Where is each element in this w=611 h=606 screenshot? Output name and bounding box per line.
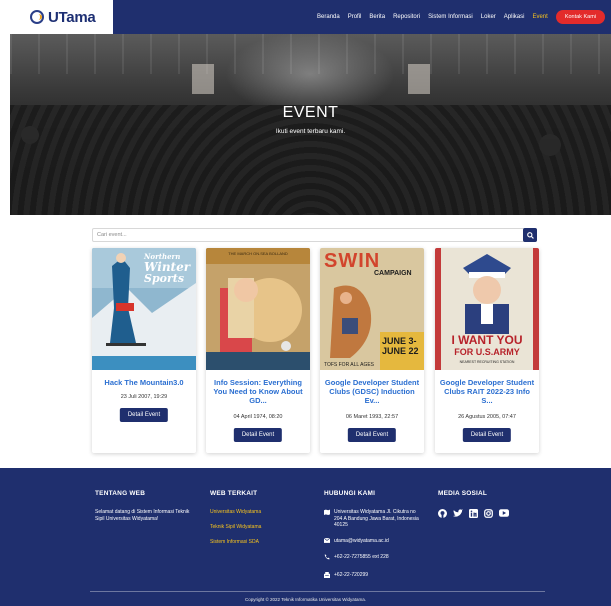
copyright: Copyright © 2022 Teknik Informatika Univ… — [244, 597, 367, 602]
event-poster-image: SWIN CAMPAIGN JUNE 3- JUNE 22 TOFS FOR A… — [320, 248, 424, 370]
footer-heading: TENTANG WEB — [95, 490, 146, 497]
social-icons — [438, 509, 538, 518]
logo-icon — [30, 10, 44, 24]
event-title[interactable]: Google Developer Student Clubs (GDSC) In… — [324, 378, 420, 405]
poster-text: JUNE 22 — [382, 346, 419, 356]
event-date: 06 Maret 1993, 22:57 — [345, 414, 399, 420]
contact-email: utama@widyatama.ac.id — [323, 537, 424, 546]
footer-link[interactable]: Universitas Widyatama — [210, 509, 310, 515]
event-card: THE MARCH ON.SEA BOLLAND Info Session: E… — [206, 248, 310, 453]
footer-heading: MEDIA SOSIAL — [438, 490, 488, 497]
search-button[interactable] — [523, 228, 537, 242]
event-date: 23 Juli 2007, 19:29 — [120, 394, 168, 400]
poster-text: SWIN — [324, 250, 381, 272]
nav-item-loker[interactable]: Loker — [481, 14, 496, 20]
event-title[interactable]: Info Session: Everything You Need to Kno… — [210, 378, 306, 405]
poster-text: CAMPAIGN — [374, 270, 412, 277]
poster-text: THE MARCH ON.SEA BOLLAND — [228, 251, 288, 256]
poster-text: FOR U.S.ARMY — [454, 347, 520, 357]
event-search — [92, 228, 537, 242]
logo-text: UTama — [48, 8, 96, 26]
footer-heading: WEB TERKAIT — [210, 490, 258, 497]
contact-fax: +62-22-720299 — [324, 571, 424, 581]
page-title: EVENT — [282, 104, 339, 121]
search-icon — [526, 226, 534, 244]
event-card: Northern Winter Sports Hack The Mountain… — [92, 248, 196, 453]
hero-banner: EVENT Ikuti event terbaru kami. — [10, 34, 611, 215]
footer-about-text: Selamat datang di Sistem Informasi Tekni… — [95, 509, 190, 522]
map-icon — [324, 509, 331, 518]
nav-item-aplikasi[interactable]: Aplikasi — [504, 14, 525, 20]
event-title[interactable]: Google Developer Student Clubs RAIT 2022… — [439, 378, 535, 405]
nav-menu: Beranda Profil Berita Repositori Sistem … — [113, 0, 611, 34]
phone-icon — [324, 554, 331, 563]
event-poster-image: I WANT YOU FOR U.S.ARMY NEAREST RECRUITI… — [435, 248, 539, 370]
poster-text: JUNE 3- — [382, 336, 417, 346]
hero-hanging-banner — [192, 64, 214, 94]
poster-text: I WANT YOU — [451, 333, 523, 347]
hero-hanging-banner — [408, 64, 430, 94]
nav-item-sistem-informasi[interactable]: Sistem Informasi — [428, 14, 473, 20]
email-icon — [323, 537, 331, 546]
event-date: 26 Agustus 2005, 07:47 — [458, 414, 516, 420]
footer-link[interactable]: Sistem Informasi SDA — [210, 539, 310, 545]
logo[interactable]: UTama — [0, 0, 113, 34]
navbar: UTama Beranda Profil Berita Repositori S… — [0, 0, 611, 34]
detail-event-button[interactable]: Detail Event — [233, 428, 283, 442]
nav-item-repositori[interactable]: Repositori — [393, 14, 420, 20]
phone-text: +62-22-7275855 ext 228 — [334, 554, 389, 560]
detail-event-button[interactable]: Detail Event — [119, 408, 169, 422]
poster-text: TOFS FOR ALL AGES — [324, 362, 375, 368]
event-card: I WANT YOU FOR U.S.ARMY NEAREST RECRUITI… — [435, 248, 539, 453]
event-date: 04 April 1974, 08:20 — [233, 414, 283, 420]
nav-item-event[interactable]: Event — [532, 14, 547, 20]
footer-heading: HUBUNGI KAMI — [324, 490, 376, 497]
footer-social: MEDIA SOSIAL — [438, 490, 538, 518]
youtube-icon[interactable] — [499, 509, 509, 518]
poster-text: Sports — [144, 272, 185, 285]
twitter-icon[interactable] — [453, 509, 463, 518]
search-input[interactable] — [93, 229, 523, 241]
contact-button[interactable]: Kontak Kami — [555, 10, 605, 24]
footer-link[interactable]: Teknik Sipil Widyatama — [210, 524, 310, 530]
nav-item-beranda[interactable]: Beranda — [317, 14, 340, 20]
footer-divider — [90, 591, 545, 592]
hero-ceiling — [10, 34, 611, 74]
footer: TENTANG WEB Selamat datang di Sistem Inf… — [0, 468, 611, 606]
detail-event-button[interactable]: Detail Event — [462, 428, 512, 442]
contact-address: Universitas Widyatama Jl. Cikutra no 204… — [324, 509, 424, 529]
github-icon[interactable] — [438, 509, 447, 518]
poster-text: NEAREST RECRUITING STATION — [459, 360, 515, 364]
event-poster-image: THE MARCH ON.SEA BOLLAND — [206, 248, 310, 370]
fax-text: +62-22-720299 — [334, 571, 369, 578]
contact-phone: +62-22-7275855 ext 228 — [324, 554, 424, 563]
detail-event-button[interactable]: Detail Event — [347, 428, 397, 442]
nav-item-berita[interactable]: Berita — [369, 14, 385, 20]
fax-icon — [324, 571, 331, 581]
footer-contact: HUBUNGI KAMI Universitas Widyatama Jl. C… — [323, 490, 424, 589]
email-text[interactable]: utama@widyatama.ac.id — [334, 538, 389, 545]
instagram-icon[interactable] — [484, 509, 493, 518]
event-title[interactable]: Hack The Mountain3.0 — [96, 378, 192, 387]
footer-about: TENTANG WEB Selamat datang di Sistem Inf… — [95, 490, 195, 523]
linkedin-icon[interactable] — [469, 509, 478, 518]
address-text: Universitas Widyatama Jl. Cikutra no 204… — [334, 509, 419, 528]
footer-links: WEB TERKAIT Universitas Widyatama Teknik… — [210, 490, 310, 554]
event-card: SWIN CAMPAIGN JUNE 3- JUNE 22 TOFS FOR A… — [320, 248, 424, 453]
event-poster-image: Northern Winter Sports — [92, 248, 196, 370]
nav-item-profil[interactable]: Profil — [348, 14, 362, 20]
page-subtitle: Ikuti event terbaru kami. — [275, 128, 346, 135]
